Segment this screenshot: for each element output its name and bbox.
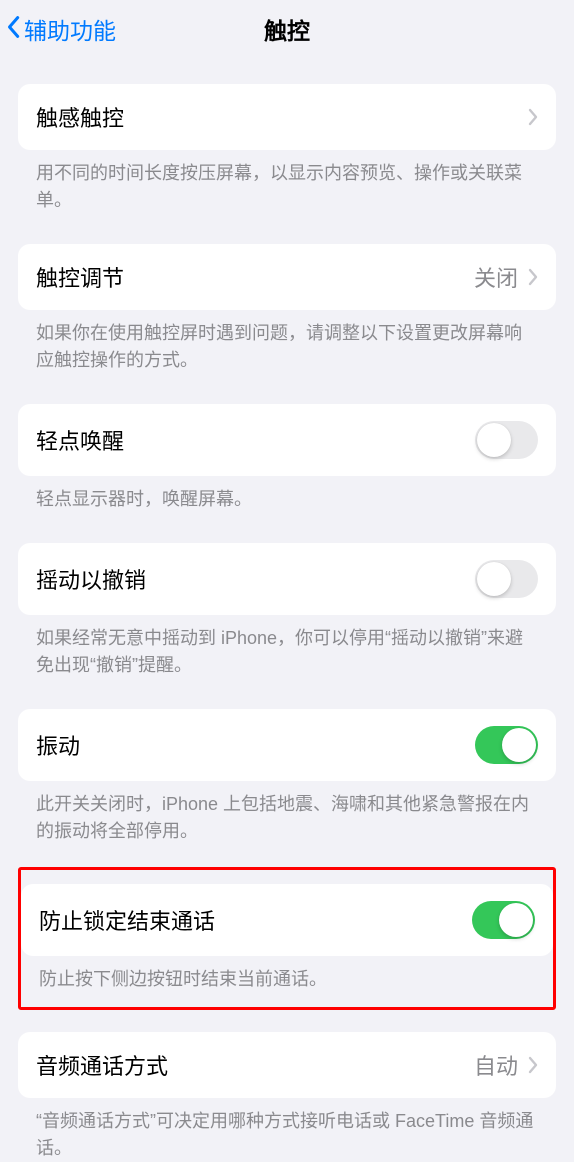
- section-footer: 如果经常无意中摇动到 iPhone，你可以停用“摇动以撤销”来避免出现“撤销”提…: [18, 615, 556, 679]
- section-shake-undo: 摇动以撤销 如果经常无意中摇动到 iPhone，你可以停用“摇动以撤销”来避免出…: [0, 543, 574, 679]
- section-footer: 轻点显示器时，唤醒屏幕。: [18, 476, 556, 513]
- section-vibration: 振动 此开关关闭时，iPhone 上包括地震、海啸和其他紧急警报在内的振动将全部…: [0, 709, 574, 845]
- section-footer: “音频通话方式”可决定用哪种方式接听电话或 FaceTime 音频通话。: [18, 1098, 556, 1162]
- cell-label: 轻点唤醒: [36, 424, 124, 456]
- cell-vibration: 振动: [18, 709, 556, 781]
- cell-label: 振动: [36, 729, 80, 761]
- back-label: 辅助功能: [24, 12, 116, 46]
- chevron-left-icon: [6, 15, 24, 43]
- highlight-prevent-lock: 防止锁定结束通话 防止按下侧边按钮时结束当前通话。: [18, 867, 556, 1010]
- switch-prevent-lock-end-call[interactable]: [472, 901, 535, 939]
- cell-label: 触感触控: [36, 101, 124, 133]
- switch-shake-undo[interactable]: [475, 560, 538, 598]
- section-footer: 防止按下侧边按钮时结束当前通话。: [21, 956, 553, 993]
- cell-tap-to-wake: 轻点唤醒: [18, 404, 556, 476]
- cell-label: 摇动以撤销: [36, 563, 146, 595]
- chevron-right-icon: [528, 268, 538, 286]
- cell-label: 防止锁定结束通话: [39, 904, 215, 936]
- nav-bar: 辅助功能 触控: [0, 0, 574, 58]
- chevron-right-icon: [528, 108, 538, 126]
- section-footer: 如果你在使用触控屏时遇到问题，请调整以下设置更改屏幕响应触控操作的方式。: [18, 310, 556, 374]
- section-tap-wake: 轻点唤醒 轻点显示器时，唤醒屏幕。: [0, 404, 574, 513]
- cell-audio-call-routing[interactable]: 音频通话方式 自动: [18, 1032, 556, 1098]
- cell-label: 音频通话方式: [36, 1049, 168, 1081]
- cell-prevent-lock-end-call: 防止锁定结束通话: [21, 884, 553, 956]
- cell-value: 关闭: [474, 261, 518, 293]
- chevron-right-icon: [528, 1056, 538, 1074]
- cell-shake-undo: 摇动以撤销: [18, 543, 556, 615]
- cell-label: 触控调节: [36, 261, 124, 293]
- page-title: 触控: [264, 12, 310, 46]
- section-footer: 用不同的时间长度按压屏幕，以显示内容预览、操作或关联菜单。: [18, 150, 556, 214]
- cell-haptic-touch[interactable]: 触感触控: [18, 84, 556, 150]
- switch-tap-to-wake[interactable]: [475, 421, 538, 459]
- section-footer: 此开关关闭时，iPhone 上包括地震、海啸和其他紧急警报在内的振动将全部停用。: [18, 781, 556, 845]
- back-button[interactable]: 辅助功能: [0, 12, 116, 46]
- cell-touch-accommodations[interactable]: 触控调节 关闭: [18, 244, 556, 310]
- switch-vibration[interactable]: [475, 726, 538, 764]
- section-accommodations: 触控调节 关闭 如果你在使用触控屏时遇到问题，请调整以下设置更改屏幕响应触控操作…: [0, 244, 574, 374]
- section-haptic: 触感触控 用不同的时间长度按压屏幕，以显示内容预览、操作或关联菜单。: [0, 84, 574, 214]
- cell-value: 自动: [474, 1049, 518, 1081]
